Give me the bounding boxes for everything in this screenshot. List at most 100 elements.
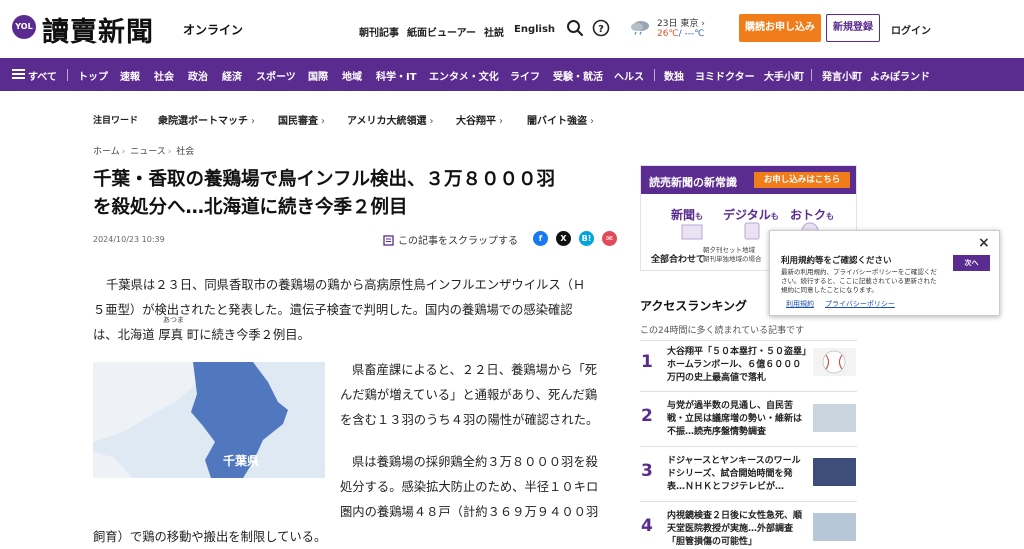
ad-cta-button[interactable]: お申し込みはこちら [754,172,850,188]
ranking-subtitle: この24時間に多く読まれている記事です [640,326,805,336]
nav-item-sudoku[interactable]: 数独 [664,68,684,83]
breadcrumb-news[interactable]: ニュース [130,147,166,157]
mail-icon[interactable]: ✉ [602,231,617,246]
breadcrumb-society[interactable]: 社会 [176,147,194,157]
ranking-number: 4 [641,516,653,536]
nav-item-local[interactable]: 地域 [342,68,362,83]
ranking-item-title[interactable]: 大谷翔平「５０本塁打・５０盗塁」ホームランボール、６億６０００万円の史上最高値で… [667,346,807,385]
register-button[interactable]: 新規登録 [826,14,880,42]
weather-cloud-icon [631,21,649,35]
svg-text:?: ? [598,24,604,35]
ranking-item-title[interactable]: 内視鏡検査２日後に女性急死、順天堂医院教授が実施…外部調査「胆管損傷の可能性」 [667,510,807,549]
category-nav: すべて トップ 速報 社会 政治 経済 スポーツ 国際 地域 科学・IT エンタ… [0,58,1024,91]
trending-label: 注目ワード [93,116,139,126]
ranking-thumbnail[interactable] [813,513,856,541]
menu-icon[interactable] [12,69,25,79]
trending-item[interactable]: アメリカ大統領選 › [347,112,434,127]
privacy-policy-link[interactable]: プライバシーポリシー [825,299,895,309]
trending-item[interactable]: 闇バイト強盗 › [527,112,594,127]
nav-item-yomidr[interactable]: ヨミドクター [695,68,755,83]
trending-item[interactable]: 衆院選ボートマッチ › [158,112,255,127]
nav-divider [811,69,812,81]
close-icon[interactable]: × [978,235,990,251]
ranking-number: 1 [641,352,653,372]
nav-item-world[interactable]: 国際 [308,68,328,83]
baseball-image [822,350,846,374]
nav-item-science[interactable]: 科学・IT [376,68,417,83]
nav-item-health[interactable]: ヘルス [614,68,644,83]
chiba-map [93,362,325,478]
next-button[interactable]: 次へ [953,255,990,271]
article-paragraph-2: 県畜産課によると、２２日、養鶏場から「死 んだ鶏が増えている」と通報があり、死ん… [340,363,599,427]
consent-title: 利用規約等をご確認ください [781,256,892,266]
trending-item[interactable]: 国民審査 › [278,112,325,127]
terms-link[interactable]: 利用規約 [786,299,814,309]
ranking-number: 2 [641,406,653,426]
site-logo-suffix[interactable]: オンライン [183,21,243,38]
ranking-thumbnail[interactable] [813,348,856,376]
nav-item-breaking[interactable]: 速報 [120,68,140,83]
ad-header: 読売新聞の新常識 お申し込みはこちら [641,166,856,194]
nav-paper-viewer[interactable]: 紙面ビューアー [407,24,476,39]
consent-body: 最新の利用規約、プライバシーポリシーをご確認ください。続行すると、ここに記載され… [781,268,937,294]
ranking-divider [640,501,857,502]
publish-date: 2024/10/23 10:39 [93,235,165,244]
logo-badge[interactable]: YOL [12,15,36,39]
search-icon[interactable] [566,19,584,37]
temp-high: 26℃ [657,29,679,39]
nav-item-politics[interactable]: 政治 [188,68,208,83]
nav-morning-edition[interactable]: 朝刊記事 [359,24,399,39]
nav-all[interactable]: すべて [28,68,57,83]
weather-date-location[interactable]: 23日 東京 › [657,16,705,29]
nav-item-sports[interactable]: スポーツ [256,68,296,83]
ranking-item-title[interactable]: 与党が過半数の見通し、自民苦戦・立民は議席増の勢い・維新は不振…読売序盤情勢調査 [667,400,807,439]
nav-divider [67,69,68,81]
ranking-thumbnail[interactable] [813,404,856,432]
ad-title: 読売新聞の新常識 [649,176,737,189]
ranking-thumbnail[interactable] [813,458,856,486]
help-icon[interactable]: ? [592,19,610,37]
article-paragraph-3: 県は養鶏場の採卵鶏全約３万８０００羽を殺 処分する。感染拡大防止のため、半径１０… [93,455,599,544]
nav-editorial[interactable]: 社説 [484,24,504,39]
article-paragraph-1: 千葉県は２３日、同県香取市の養鶏場の鶏から高病原性鳥インフルエンザウイルス（Ｈ … [93,278,586,342]
article-headline: 千葉・香取の養鶏場で鳥インフル検出、３万８０００羽 を殺処分へ…北海道に続き今季２… [93,169,555,218]
site-header: YOL 讀賣新聞 オンライン 朝刊記事 紙面ビューアー 社説 English ?… [0,0,1024,58]
nav-item-hatsugen-komachi[interactable]: 発言小町 [822,68,862,83]
subscribe-button[interactable]: 購読お申し込み [739,14,821,42]
nav-item-life[interactable]: ライフ [510,68,540,83]
facebook-icon[interactable]: f [533,231,548,246]
breadcrumb-home[interactable]: ホーム [93,147,120,157]
terms-consent-popup: × 利用規約等をご確認ください 最新の利用規約、プライバシーポリシーをご確認くだ… [769,230,1000,316]
newspaper-icon [681,224,703,240]
ad-word-savings: おトクも [790,208,835,222]
ranking-item-title[interactable]: ドジャースとヤンキースのワールドシリーズ、試合開始時間を発表…ＮＨＫとフジテレビ… [667,455,807,494]
nav-item-entertainment[interactable]: エンタメ・文化 [429,68,499,83]
nav-item-yomipo-land[interactable]: よみぽランド [870,68,930,83]
nav-item-exam-jobs[interactable]: 受験・就活 [553,68,603,83]
nav-english[interactable]: English [514,24,555,35]
ranking-divider [640,391,857,392]
login-button[interactable]: ログイン [891,22,931,37]
ranking-divider [640,340,857,341]
location-map: 千葉県 [93,362,325,478]
x-icon[interactable]: X [556,231,571,246]
ad-total-label: 全部合わせて [651,255,706,265]
scrap-icon [383,235,394,246]
ad-note: 朝夕刊セット地域 朝刊単独地域の場合 [703,246,762,263]
ranking-number: 3 [641,461,653,481]
scrap-button[interactable]: この記事をスクラップする [383,232,518,247]
nav-item-society[interactable]: 社会 [154,68,174,83]
ranking-title: アクセスランキング [640,299,748,313]
trending-item[interactable]: 大谷翔平 › [456,112,503,127]
device-icon [744,222,760,240]
site-logo[interactable]: 讀賣新聞 [42,10,154,49]
weather-temperature: 26℃/ ---℃ [657,29,704,39]
hatena-bookmark-icon[interactable]: B! [579,231,594,246]
ranking-divider [640,446,857,447]
nav-item-economy[interactable]: 経済 [222,68,242,83]
temp-low: / ---℃ [678,29,705,39]
nav-item-top[interactable]: トップ [78,68,108,83]
ad-word-newspaper: 新聞も [671,208,704,222]
nav-divider [654,69,655,81]
nav-item-otekomachi[interactable]: 大手小町 [764,68,804,83]
